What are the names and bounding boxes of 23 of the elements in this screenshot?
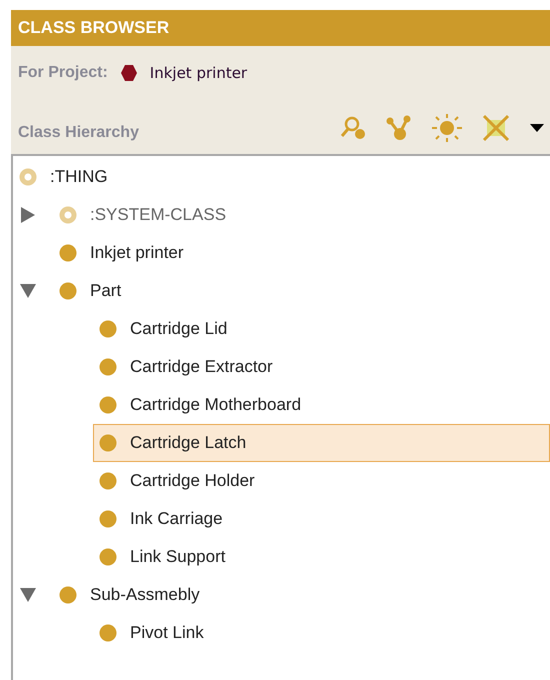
project-name: Inkjet printer bbox=[150, 62, 248, 84]
project-label: For Project: bbox=[18, 63, 108, 83]
tree-item[interactable]: Cartridge Motherboard bbox=[93, 386, 550, 424]
expand-down-arrow-icon[interactable] bbox=[20, 283, 36, 299]
hexagon-icon bbox=[120, 64, 138, 82]
tree-item[interactable]: Cartridge Lid bbox=[93, 310, 550, 348]
expand-down-arrow-icon[interactable] bbox=[20, 587, 36, 603]
tree-item[interactable]: Part bbox=[53, 272, 550, 310]
dropdown-arrow-icon[interactable] bbox=[530, 124, 544, 132]
tree-item[interactable]: Link Support bbox=[93, 538, 550, 576]
tree-item[interactable]: Cartridge Extractor bbox=[93, 348, 550, 386]
panel-title: CLASS BROWSER bbox=[18, 17, 170, 40]
tree-item[interactable]: Cartridge Holder bbox=[93, 462, 550, 500]
section-label: Class Hierarchy bbox=[18, 123, 139, 143]
tree-item[interactable]: :SYSTEM-CLASS bbox=[53, 196, 550, 234]
tree-item[interactable]: Inkjet printer bbox=[53, 234, 550, 272]
tree-item[interactable]: Sub-Assmebly bbox=[53, 576, 550, 614]
tree-item[interactable]: Cartridge Latch bbox=[93, 424, 550, 462]
tree-item[interactable]: Pivot Link bbox=[93, 614, 550, 652]
expand-right-arrow-icon[interactable] bbox=[20, 207, 36, 223]
tree-item[interactable]: :THING bbox=[13, 158, 550, 196]
tree-item[interactable]: Ink Carriage bbox=[93, 500, 550, 538]
node-graph-icon[interactable] bbox=[386, 115, 412, 141]
